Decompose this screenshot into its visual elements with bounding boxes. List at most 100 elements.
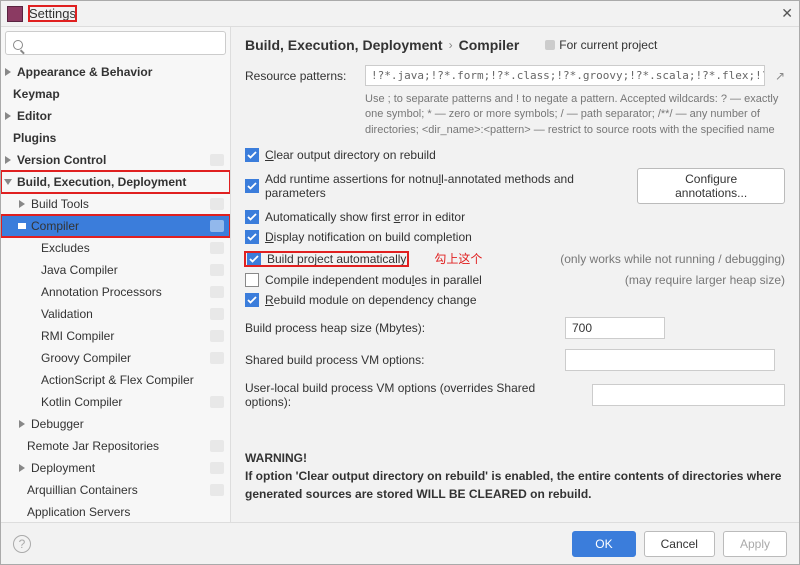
arrow-icon [18, 223, 26, 229]
copy-icon [210, 220, 224, 232]
configure-annotations-button[interactable]: Configure annotations... [637, 168, 785, 204]
tree-item-label: RMI Compiler [41, 329, 206, 343]
arrow-icon [5, 156, 11, 164]
tree-item-build-execution-deployment[interactable]: Build, Execution, Deployment [1, 171, 230, 193]
for-current-project: For current project [545, 38, 657, 52]
arrow-icon [19, 420, 25, 428]
expand-icon[interactable]: ↗ [775, 65, 785, 83]
tree-item-validation[interactable]: Validation [1, 303, 230, 325]
tree-item-label: Debugger [31, 417, 224, 431]
close-icon[interactable]: ✕ [781, 5, 793, 22]
tree-item-editor[interactable]: Editor [1, 105, 230, 127]
sidebar: Appearance & Behavior Keymap Editor Plugins… [1, 27, 231, 522]
checkbox[interactable] [245, 148, 259, 162]
ok-button[interactable]: OK [572, 531, 635, 557]
heap-size-label: Build process heap size (Mbytes): [245, 321, 555, 335]
resource-patterns-label: Resource patterns: [245, 65, 355, 83]
search-input[interactable] [5, 31, 226, 55]
search-icon [13, 40, 23, 50]
checkbox[interactable] [245, 293, 259, 307]
main: Appearance & Behavior Keymap Editor Plugins… [1, 27, 799, 522]
checkbox-label[interactable]: Compile independent modules in parallel [265, 273, 482, 287]
user-vm-input[interactable] [592, 384, 785, 406]
arrow-icon [19, 200, 25, 208]
breadcrumb: Build, Execution, Deployment › Compiler … [231, 27, 799, 57]
checkbox-label[interactable]: Display notification on build completion [265, 230, 472, 244]
tree-item-label: Groovy Compiler [41, 351, 206, 365]
breadcrumb-0[interactable]: Build, Execution, Deployment [245, 37, 443, 53]
tree-item-java-compiler[interactable]: Java Compiler [1, 259, 230, 281]
footer: ? OK Cancel Apply [1, 522, 799, 564]
checkbox-label[interactable]: Clear output directory on rebuild [265, 148, 436, 162]
tree-item-label: Deployment [31, 461, 206, 475]
settings-body: Resource patterns: !?*.java;!?*.form;!?*… [231, 57, 799, 522]
checkbox-label[interactable]: Build project automatically [267, 252, 406, 266]
copy-icon [210, 352, 224, 364]
search-bar [1, 27, 230, 59]
tree-item-kotlin-compiler[interactable]: Kotlin Compiler [1, 391, 230, 413]
settings-tree[interactable]: Appearance & Behavior Keymap Editor Plugins… [1, 59, 230, 522]
tree-item-groovy-compiler[interactable]: Groovy Compiler [1, 347, 230, 369]
checkbox[interactable] [245, 273, 259, 287]
resource-patterns-input[interactable]: !?*.java;!?*.form;!?*.class;!?*.groovy;!… [365, 65, 765, 86]
checkbox-note: (only works while not running / debuggin… [560, 252, 785, 266]
tree-item-excludes[interactable]: Excludes [1, 237, 230, 259]
arrow-icon [4, 179, 12, 185]
copy-icon [210, 462, 224, 474]
warning-title: WARNING! [245, 449, 785, 467]
copy-icon [210, 440, 224, 452]
cancel-button[interactable]: Cancel [644, 531, 715, 557]
resource-patterns-hint: Use ; to separate patterns and ! to nega… [365, 92, 785, 138]
tree-item-label: Annotation Processors [41, 285, 206, 299]
tree-item-label: Version Control [17, 153, 206, 167]
tree-item-label: Arquillian Containers [27, 483, 206, 497]
arrow-icon [5, 68, 11, 76]
checkbox-label[interactable]: Automatically show first error in editor [265, 210, 465, 224]
copy-icon [210, 330, 224, 342]
user-vm-label: User-local build process VM options (ove… [245, 381, 582, 409]
annotation: 勾上这个 [434, 250, 482, 267]
copy-icon [210, 154, 224, 166]
tree-item-application-servers[interactable]: Application Servers [1, 501, 230, 522]
checkbox[interactable] [247, 252, 261, 266]
tree-item-label: Excludes [41, 241, 206, 255]
tree-item-plugins[interactable]: Plugins [1, 127, 230, 149]
checkbox[interactable] [245, 230, 259, 244]
copy-icon [210, 198, 224, 210]
tree-item-actionscript-flex-compiler[interactable]: ActionScript & Flex Compiler [1, 369, 230, 391]
tree-item-keymap[interactable]: Keymap [1, 83, 230, 105]
tree-item-debugger[interactable]: Debugger [1, 413, 230, 435]
titlebar: Settings ✕ [1, 1, 799, 27]
breadcrumb-1: Compiler [459, 37, 520, 53]
tree-item-compiler[interactable]: Compiler [1, 215, 230, 237]
tree-item-build-tools[interactable]: Build Tools [1, 193, 230, 215]
tree-item-version-control[interactable]: Version Control [1, 149, 230, 171]
checkbox[interactable] [245, 210, 259, 224]
window-title: Settings [29, 6, 76, 21]
app-icon [7, 6, 23, 22]
tree-item-arquillian-containers[interactable]: Arquillian Containers [1, 479, 230, 501]
checkbox[interactable] [245, 179, 259, 193]
tree-item-annotation-processors[interactable]: Annotation Processors [1, 281, 230, 303]
heap-size-input[interactable] [565, 317, 665, 339]
tree-item-label: ActionScript & Flex Compiler [41, 373, 224, 387]
tree-item-label: Build, Execution, Deployment [17, 175, 224, 189]
help-icon[interactable]: ? [13, 535, 31, 553]
tree-item-label: Editor [17, 109, 224, 123]
tree-item-label: Validation [41, 307, 206, 321]
apply-button[interactable]: Apply [723, 531, 787, 557]
chevron-right-icon: › [449, 38, 453, 52]
tree-item-label: Plugins [13, 131, 224, 145]
checkbox-note: (may require larger heap size) [625, 273, 785, 287]
tree-item-label: Java Compiler [41, 263, 206, 277]
checkbox-label[interactable]: Rebuild module on dependency change [265, 293, 477, 307]
tree-item-deployment[interactable]: Deployment [1, 457, 230, 479]
tree-item-appearance-behavior[interactable]: Appearance & Behavior [1, 61, 230, 83]
copy-icon [210, 286, 224, 298]
tree-item-remote-jar-repositories[interactable]: Remote Jar Repositories [1, 435, 230, 457]
tree-item-rmi-compiler[interactable]: RMI Compiler [1, 325, 230, 347]
copy-icon [210, 264, 224, 276]
checkbox-label[interactable]: Add runtime assertions for notnull-annot… [265, 172, 621, 200]
tree-item-label: Appearance & Behavior [17, 65, 224, 79]
shared-vm-input[interactable] [565, 349, 775, 371]
